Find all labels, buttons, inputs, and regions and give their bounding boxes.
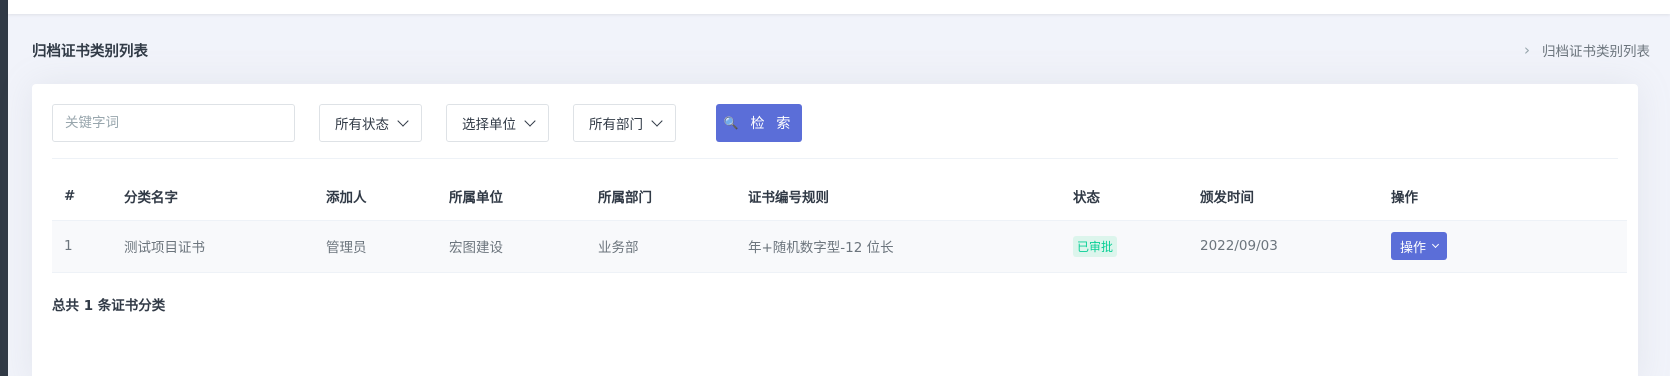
status-badge: 已审批 xyxy=(1073,235,1118,257)
filter-bar: 所有状态 选择单位 所有部门 🔍 检 索 xyxy=(52,104,802,142)
col-header-name: 分类名字 xyxy=(112,172,314,221)
cell-date: 2022/09/03 xyxy=(1188,220,1379,273)
status-select[interactable]: 所有状态 xyxy=(319,104,422,142)
chevron-down-icon xyxy=(524,115,536,127)
cell-name: 测试项目证书 xyxy=(112,220,314,273)
cell-action: 操作 xyxy=(1379,220,1627,273)
search-button-label: 检 索 xyxy=(750,115,795,131)
table-row: 1 测试项目证书 管理员 宏图建设 业务部 年+随机数字型-12 位长 已审批 … xyxy=(52,220,1627,273)
cell-dept: 业务部 xyxy=(586,220,736,273)
col-header-dept: 所属部门 xyxy=(586,172,736,221)
table-header-row: # 分类名字 添加人 所属单位 所属部门 证书编号规则 状态 颁发时间 操作 xyxy=(52,172,1627,221)
divider xyxy=(52,158,1618,159)
cell-unit: 宏图建设 xyxy=(437,220,586,273)
unit-select[interactable]: 选择单位 xyxy=(446,104,549,142)
action-dropdown-button[interactable]: 操作 xyxy=(1391,232,1448,260)
page-header: 归档证书类别列表 › 归档证书类别列表 xyxy=(32,38,1650,62)
chevron-right-icon: › xyxy=(1524,41,1530,59)
chevron-down-icon xyxy=(397,115,409,127)
keyword-input[interactable] xyxy=(52,104,295,142)
unit-select-label: 选择单位 xyxy=(462,117,516,133)
col-header-action: 操作 xyxy=(1379,172,1627,221)
breadcrumb: › 归档证书类别列表 xyxy=(1524,40,1650,60)
sidebar-edge xyxy=(0,0,8,376)
dept-select[interactable]: 所有部门 xyxy=(573,104,676,142)
action-button-label: 操作 xyxy=(1400,239,1427,255)
col-header-unit: 所属单位 xyxy=(437,172,586,221)
col-header-status: 状态 xyxy=(1061,172,1188,221)
breadcrumb-item[interactable]: 归档证书类别列表 xyxy=(1542,40,1650,60)
cell-rule: 年+随机数字型-12 位长 xyxy=(736,220,1061,273)
page: 归档证书类别列表 › 归档证书类别列表 所有状态 选择单位 所有部门 🔍 检 索 xyxy=(0,0,1670,376)
col-header-rule: 证书编号规则 xyxy=(736,172,1061,221)
category-table: # 分类名字 添加人 所属单位 所属部门 证书编号规则 状态 颁发时间 操作 1… xyxy=(52,172,1627,273)
col-header-creator: 添加人 xyxy=(314,172,437,221)
status-select-label: 所有状态 xyxy=(335,117,389,133)
col-header-date: 颁发时间 xyxy=(1188,172,1379,221)
dept-select-label: 所有部门 xyxy=(589,117,643,133)
page-title: 归档证书类别列表 xyxy=(32,43,148,60)
topbar xyxy=(8,0,1670,14)
chevron-down-icon xyxy=(1431,240,1440,249)
col-header-index: # xyxy=(52,172,112,221)
total-count: 总共 1 条证书分类 xyxy=(52,298,166,314)
search-icon: 🔍 xyxy=(723,116,739,130)
cell-creator: 管理员 xyxy=(314,220,437,273)
cell-index: 1 xyxy=(52,220,112,273)
search-button[interactable]: 🔍 检 索 xyxy=(716,104,802,142)
chevron-down-icon xyxy=(651,115,663,127)
content-card: 所有状态 选择单位 所有部门 🔍 检 索 # 分类名字 xyxy=(32,84,1638,376)
cell-status: 已审批 xyxy=(1061,220,1188,273)
